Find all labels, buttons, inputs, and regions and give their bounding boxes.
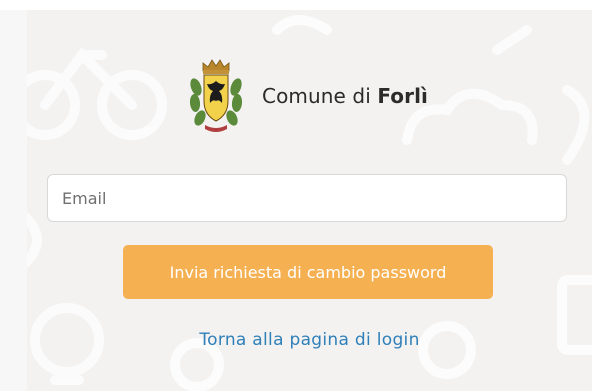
brand-name: Comune di Forlì bbox=[262, 84, 428, 108]
email-field[interactable] bbox=[47, 174, 567, 222]
left-edge-strip bbox=[0, 10, 27, 391]
brand-name-city: Forlì bbox=[377, 84, 428, 108]
brand-header: Comune di Forlì bbox=[187, 56, 428, 136]
login-panel: Comune di Forlì Invia richiesta di cambi… bbox=[27, 10, 592, 391]
password-reset-page: Comune di Forlì Invia richiesta di cambi… bbox=[0, 0, 592, 391]
send-password-reset-button[interactable]: Invia richiesta di cambio password bbox=[123, 245, 493, 299]
brand-name-prefix: Comune di bbox=[262, 84, 371, 108]
city-crest-icon bbox=[189, 59, 243, 132]
back-to-login-link[interactable]: Torna alla pagina di login bbox=[27, 330, 592, 350]
